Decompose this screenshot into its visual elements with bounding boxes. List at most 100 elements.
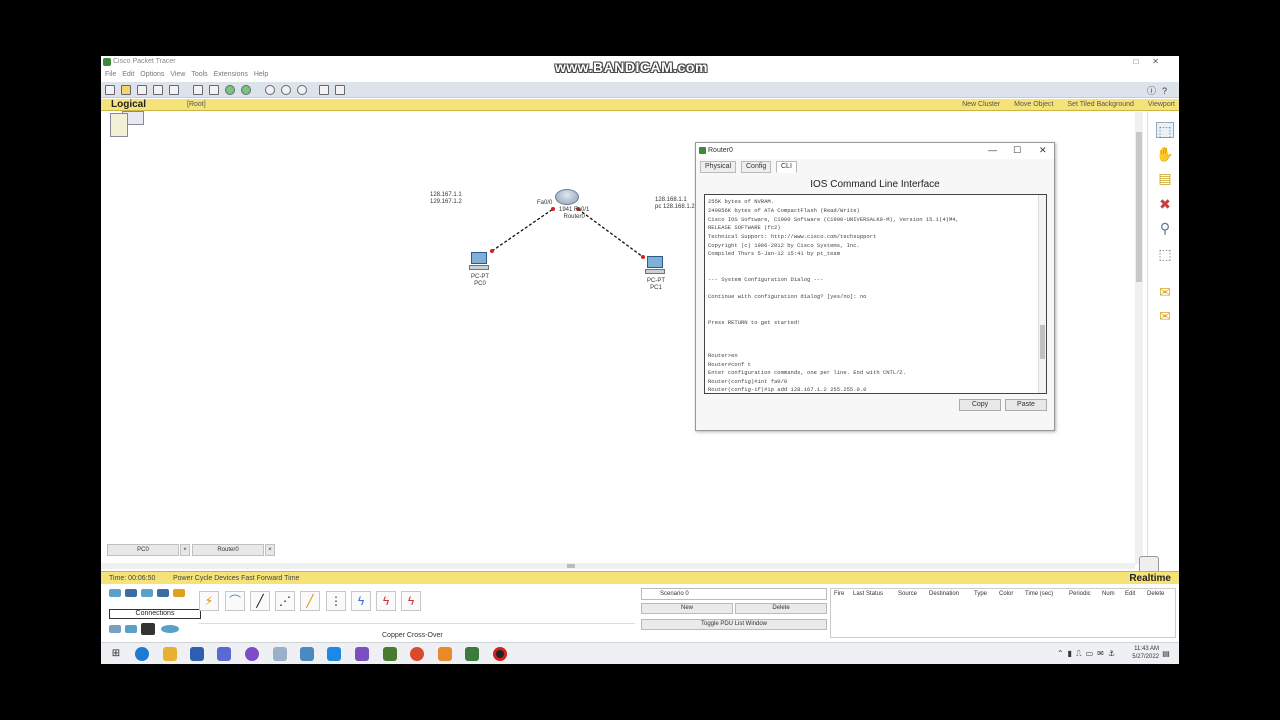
open-folder-icon[interactable] — [121, 85, 131, 95]
tab-pc0[interactable]: PC0 — [107, 544, 179, 556]
router0-device[interactable] — [555, 189, 579, 205]
resize-shape-icon[interactable]: ⬚ — [1156, 246, 1174, 262]
close-tab-pc0-icon[interactable]: × — [180, 544, 190, 556]
components-icon[interactable] — [141, 589, 153, 597]
move-object-button[interactable]: Move Object — [1014, 101, 1053, 108]
zoom-out-icon[interactable] — [297, 85, 307, 95]
print-icon[interactable] — [153, 85, 163, 95]
save-icon[interactable] — [137, 85, 147, 95]
zoom-in-icon[interactable] — [265, 85, 275, 95]
phone-cable-icon[interactable]: ⋮ — [326, 591, 346, 611]
coaxial-icon[interactable]: ϟ — [351, 591, 371, 611]
multiuser-icon[interactable] — [157, 589, 169, 597]
app-icon[interactable] — [300, 647, 314, 661]
system-tray[interactable]: ⌃▮⎍▭✉⚓ — [1057, 649, 1119, 659]
app-icon[interactable] — [438, 647, 452, 661]
inspect-icon[interactable]: ⚲ — [1156, 220, 1174, 236]
copper-cross-icon[interactable]: ⋰ — [275, 591, 295, 611]
console-cable-icon[interactable]: ⌒ — [225, 591, 245, 611]
copper-straight-icon[interactable]: ╱ — [250, 591, 270, 611]
new-file-icon[interactable] — [105, 85, 115, 95]
file-explorer-icon[interactable] — [163, 647, 177, 661]
new-cluster-button[interactable]: New Cluster — [962, 101, 1000, 108]
hubs-icon[interactable] — [141, 623, 155, 635]
minimize-icon[interactable]: — — [988, 145, 997, 155]
menu-file[interactable]: File — [105, 69, 116, 78]
add-simple-pdu-icon[interactable]: ✉ — [1156, 284, 1174, 300]
cli-scrollbar[interactable] — [1038, 195, 1046, 393]
viewport-button[interactable]: Viewport — [1148, 101, 1175, 108]
undo-icon[interactable] — [225, 85, 235, 95]
drawing-palette-icon[interactable] — [319, 85, 329, 95]
tab-config[interactable]: Config — [741, 161, 772, 173]
pc1-device[interactable] — [645, 256, 665, 276]
delete-scenario-button[interactable]: Delete — [735, 603, 827, 614]
select-icon[interactable]: ⬚ — [1156, 122, 1174, 139]
menu-extensions[interactable]: Extensions — [214, 69, 248, 78]
power-cycle-controls[interactable]: Power Cycle Devices Fast Forward Time — [173, 575, 299, 582]
maximize-button[interactable]: □ — [1133, 57, 1152, 66]
routers-icon[interactable] — [109, 625, 121, 633]
paste-icon[interactable] — [209, 85, 219, 95]
custom-devices-icon[interactable] — [335, 85, 345, 95]
close-button[interactable]: ✕ — [1152, 57, 1173, 66]
serial-dte-icon[interactable]: ϟ — [401, 591, 421, 611]
copy-icon[interactable] — [193, 85, 203, 95]
logical-mode-tab[interactable]: Logical — [111, 99, 146, 110]
copy-button[interactable]: Copy — [959, 399, 1001, 411]
root-path[interactable]: [Root] — [187, 101, 206, 108]
serial-dce-icon[interactable]: ϟ — [376, 591, 396, 611]
network-devices-icon[interactable] — [109, 589, 121, 597]
menu-help[interactable]: Help — [254, 69, 268, 78]
automatic-cable-icon[interactable]: ⚡ — [199, 591, 219, 611]
menu-options[interactable]: Options — [140, 69, 164, 78]
edge-icon[interactable] — [135, 647, 149, 661]
cable-scrollbar[interactable] — [199, 623, 635, 627]
menu-view[interactable]: View — [170, 69, 185, 78]
workspace-vertical-scrollbar[interactable] — [1135, 112, 1143, 564]
close-icon[interactable]: ✕ — [1039, 145, 1047, 156]
paste-button[interactable]: Paste — [1005, 399, 1047, 411]
tab-physical[interactable]: Physical — [700, 161, 737, 173]
taskbar-clock[interactable]: 11:43 AM 5/27/2022 — [1132, 645, 1159, 661]
inspect-hand-icon[interactable]: ✋ — [1156, 146, 1174, 162]
help-icons[interactable]: ⓘ? — [1147, 84, 1173, 97]
menu-tools[interactable]: Tools — [191, 69, 207, 78]
pc0-device[interactable] — [469, 252, 489, 272]
tab-router0[interactable]: Router0 — [192, 544, 264, 556]
zoom-reset-icon[interactable] — [281, 85, 291, 95]
media-icon[interactable] — [245, 647, 259, 661]
connections-icon[interactable] — [173, 589, 185, 597]
set-tiled-background-button[interactable]: Set Tiled Background — [1067, 101, 1134, 108]
app-icon[interactable] — [383, 647, 397, 661]
chrome-icon[interactable] — [410, 647, 424, 661]
menu-edit[interactable]: Edit — [122, 69, 134, 78]
app-icon[interactable] — [273, 647, 287, 661]
tab-cli[interactable]: CLI — [776, 161, 797, 173]
bandicam-record-icon[interactable] — [493, 647, 507, 661]
notifications-icon[interactable]: ▤ — [1159, 647, 1173, 661]
teams-icon[interactable] — [217, 647, 231, 661]
workspace-horizontal-scrollbar[interactable] — [101, 563, 1135, 569]
maximize-icon[interactable]: ☐ — [1013, 145, 1021, 156]
packet-tracer-taskbar-icon[interactable] — [465, 647, 479, 661]
window-controls[interactable]: □✕ — [1133, 57, 1173, 66]
delete-icon[interactable]: ✖ — [1156, 196, 1174, 212]
new-scenario-button[interactable]: New — [641, 603, 733, 614]
add-complex-pdu-icon[interactable]: ✉ — [1156, 308, 1174, 324]
toggle-pdu-list-button[interactable]: Toggle PDU List Window — [641, 619, 827, 630]
word-icon[interactable] — [190, 647, 204, 661]
vscode-icon[interactable] — [327, 647, 341, 661]
wireless-icon[interactable] — [161, 625, 179, 633]
cli-current-line[interactable]: Router(config-if)#ip add 128.167.1.2 255… — [708, 386, 866, 393]
place-note-icon[interactable]: ▤ — [1156, 170, 1174, 186]
realtime-mode-label[interactable]: Realtime — [1129, 573, 1171, 584]
visual-studio-icon[interactable] — [355, 647, 369, 661]
close-tab-router0-icon[interactable]: × — [265, 544, 275, 556]
activity-wizard-icon[interactable] — [169, 85, 179, 95]
switches-icon[interactable] — [125, 625, 137, 633]
cli-terminal[interactable]: 255K bytes of NVRAM. 249856K bytes of AT… — [704, 194, 1047, 394]
scenario-select[interactable]: Scenario 0 — [641, 588, 827, 600]
redo-icon[interactable] — [241, 85, 251, 95]
fiber-icon[interactable]: ╱ — [300, 591, 320, 611]
